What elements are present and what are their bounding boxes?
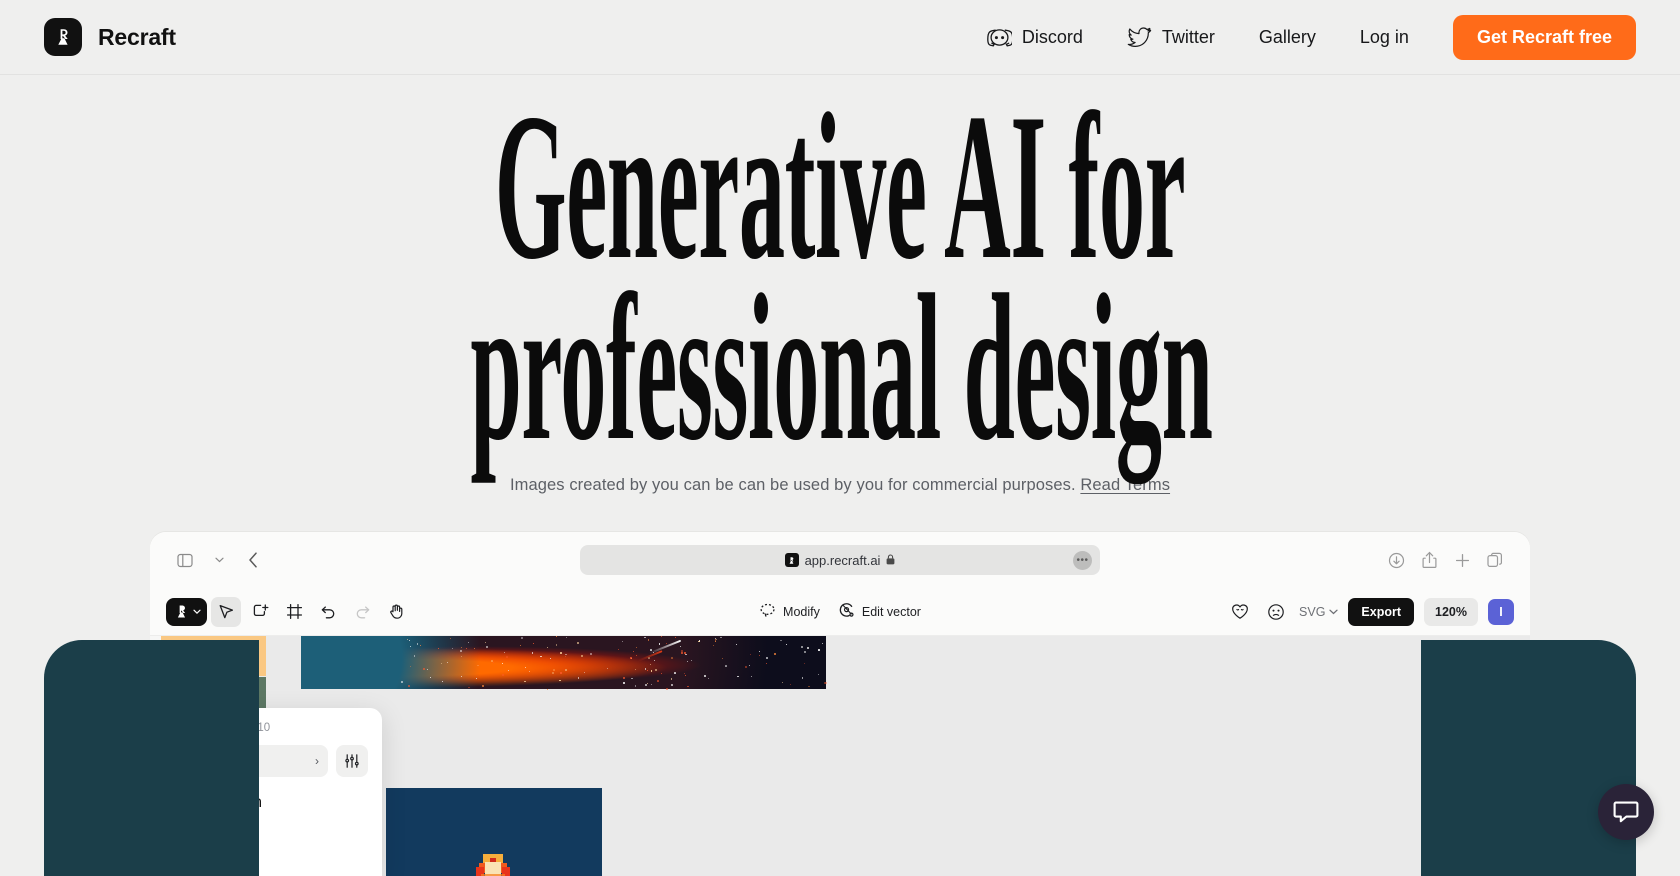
site-header: Recraft Discord Twitter Gallery Log in G… — [0, 0, 1680, 75]
downloads-icon[interactable] — [1381, 545, 1411, 575]
decorative-card-right — [1421, 640, 1636, 876]
design-canvas[interactable]: W: 310 H: 310 Icon › — [150, 636, 1530, 876]
site-favicon-icon — [784, 553, 799, 567]
page-title: Generative AI for professional design — [470, 71, 1213, 484]
edit-vector-label: Edit vector — [861, 604, 921, 619]
chevron-down-icon — [193, 609, 201, 614]
avatar[interactable]: I — [1488, 598, 1514, 625]
hero-section: Generative AI for professional design Im… — [0, 75, 1680, 495]
like-feedback-icon[interactable] — [1227, 599, 1253, 625]
app-toolbar-left — [166, 596, 411, 627]
nav-item-login-label: Log in — [1359, 26, 1409, 47]
modify-button[interactable]: Modify — [759, 602, 820, 622]
chat-icon — [1613, 801, 1639, 823]
browser-mockup: app.recraft.ai ••• Modify Edit vector SV… — [150, 532, 1530, 876]
nav-item-gallery-label: Gallery — [1258, 26, 1316, 47]
tab-overview-icon[interactable] — [1480, 545, 1510, 575]
discord-icon — [986, 28, 1012, 47]
sliders-icon — [345, 754, 359, 768]
browser-left-controls — [170, 545, 268, 575]
export-format-value: SVG — [1299, 604, 1326, 619]
browser-back-icon[interactable] — [238, 545, 268, 575]
add-image-tool-button[interactable] — [245, 597, 275, 627]
export-format-select[interactable]: SVG — [1299, 604, 1339, 619]
landing-page: Recraft Discord Twitter Gallery Log in G… — [0, 0, 1680, 876]
twitter-icon — [1127, 26, 1152, 48]
nav-item-discord[interactable]: Discord — [965, 27, 1105, 48]
edit-vector-button[interactable]: Edit vector — [838, 602, 921, 622]
new-tab-icon[interactable] — [1447, 545, 1477, 575]
report-feedback-icon[interactable] — [1263, 599, 1289, 625]
undo-button[interactable] — [313, 597, 343, 627]
select-tool-button[interactable] — [211, 596, 241, 627]
vector-path-icon — [838, 602, 855, 622]
chevron-down-icon[interactable] — [204, 545, 234, 575]
get-recraft-free-button[interactable]: Get Recraft free — [1452, 14, 1636, 60]
settings-sliders-button[interactable] — [336, 745, 368, 777]
nav-item-discord-label: Discord — [1021, 26, 1083, 47]
nav-item-login[interactable]: Log in — [1338, 27, 1431, 48]
recraft-logo-icon — [44, 18, 82, 56]
chevron-right-icon: › — [315, 754, 319, 768]
hero-title-line-2: professional design — [470, 251, 1213, 484]
main-nav: Discord Twitter Gallery Log in Get Recra… — [965, 14, 1636, 60]
browser-toolbar: app.recraft.ai ••• — [150, 532, 1530, 588]
hand-tool-button[interactable] — [381, 597, 411, 627]
address-bar-url: app.recraft.ai — [804, 552, 881, 568]
address-bar-menu-icon[interactable]: ••• — [1073, 550, 1092, 570]
app-toolbar: Modify Edit vector SVG Export 120% I — [150, 588, 1530, 636]
app-toolbar-center: Modify Edit vector — [759, 602, 921, 622]
address-bar[interactable]: app.recraft.ai ••• — [580, 545, 1100, 575]
decorative-card-left — [44, 640, 259, 876]
app-toolbar-right: SVG Export 120% I — [1227, 597, 1514, 626]
brand-name: Recraft — [98, 23, 176, 50]
frame-tool-button[interactable] — [279, 597, 309, 627]
nav-item-twitter[interactable]: Twitter — [1105, 27, 1237, 48]
brand[interactable]: Recraft — [44, 18, 176, 56]
canvas-artwork-navy — [386, 788, 602, 876]
zoom-level-chip[interactable]: 120% — [1424, 597, 1478, 626]
lock-icon — [886, 553, 895, 568]
browser-right-controls — [1381, 545, 1510, 575]
hero-title-line-1: Generative AI for — [494, 71, 1186, 303]
sidebar-toggle-icon[interactable] — [170, 545, 200, 575]
redo-button[interactable] — [347, 597, 377, 627]
share-icon[interactable] — [1414, 545, 1444, 575]
star-field — [301, 636, 827, 690]
live-chat-button[interactable] — [1598, 784, 1654, 840]
canvas-artwork-space — [301, 636, 827, 690]
nav-item-gallery[interactable]: Gallery — [1237, 27, 1338, 48]
chevron-down-icon — [1329, 609, 1339, 614]
lasso-icon — [759, 602, 776, 622]
export-button[interactable]: Export — [1348, 597, 1415, 626]
modify-label: Modify — [783, 604, 820, 619]
nav-item-twitter-label: Twitter — [1161, 26, 1215, 47]
app-menu-button[interactable] — [166, 597, 207, 626]
rocket-flame-icon — [476, 854, 510, 876]
